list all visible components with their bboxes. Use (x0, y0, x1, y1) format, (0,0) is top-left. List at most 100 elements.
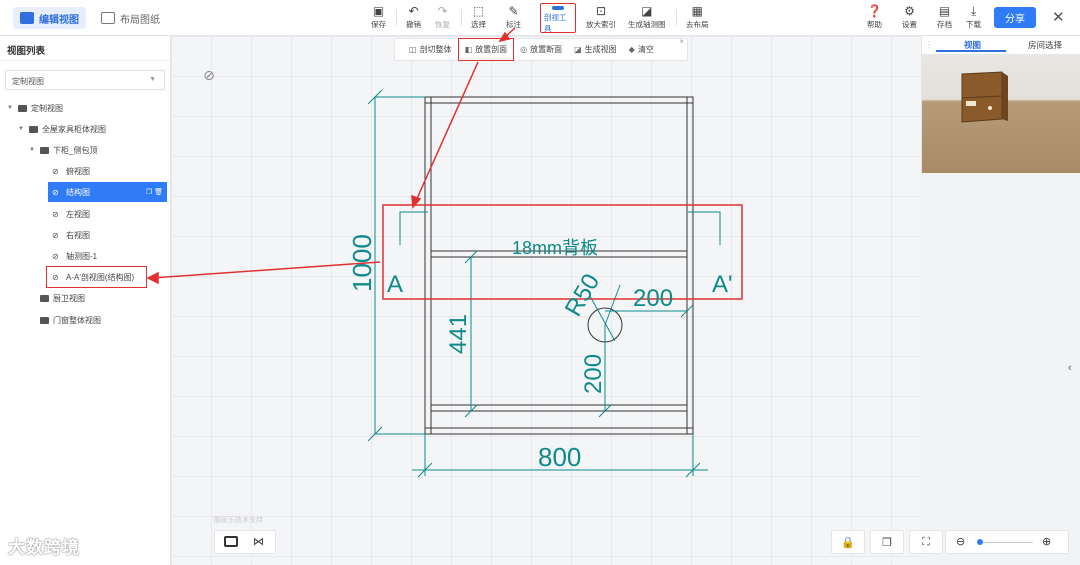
magnify-index-button[interactable]: ⊡ 放大索引 (586, 4, 616, 32)
annotation-highlight-box (46, 266, 147, 288)
3d-preview[interactable] (922, 54, 1080, 173)
eraser-icon: ◆ (628, 45, 635, 54)
lock-icon: 🔒 (841, 536, 855, 549)
caret-down-icon[interactable]: ▼ (6, 105, 14, 111)
select-label: 选择 (471, 20, 486, 29)
drag-handle-icon[interactable]: ⋮ (925, 40, 933, 49)
help-button[interactable]: ❓ 帮助 (867, 4, 882, 32)
layout-drawing-icon (101, 12, 115, 24)
tree-item-whole-house[interactable]: ▼ 全屋家具柜体视图 (17, 119, 106, 139)
generate-view-label: 生成视图 (584, 45, 617, 54)
annotate-button[interactable]: ✎ 标注 (506, 4, 521, 32)
caret-down-icon[interactable]: ▼ (17, 126, 25, 132)
undo-button[interactable]: ↶ 撤销 (406, 4, 421, 32)
magnify-index-icon: ⊡ (595, 4, 607, 18)
download-icon: ⤓ (970, 4, 977, 18)
canvas-mode-controls: ⋈ (214, 530, 276, 554)
lock-button[interactable]: 🔒 (831, 530, 865, 554)
close-icon[interactable]: ✕ (1052, 8, 1065, 26)
link-icon: ⊘ (52, 230, 59, 240)
zoom-control: ⊖ ⊕ (945, 530, 1069, 554)
help-label: 帮助 (867, 20, 882, 29)
save-button[interactable]: ▣ 保存 (371, 4, 386, 32)
pen-icon: ✎ (508, 4, 519, 18)
archive-button[interactable]: ▤ 存档 (937, 4, 952, 32)
tree-item-label: 俯视图 (66, 166, 90, 176)
undo-icon: ↶ (408, 4, 419, 18)
tree-item-top-view[interactable]: ⊘ 俯视图 (52, 161, 90, 181)
active-tab-underline (936, 50, 1006, 52)
select-icon: ⬚ (472, 4, 485, 18)
tree-item-axonometric[interactable]: ⊘ 轴测图-1 (52, 246, 97, 266)
fit-screen-button[interactable]: ⛶ (909, 530, 943, 554)
tree-item-label: 结构图 (66, 187, 90, 197)
tree-item-kitchen-bath[interactable]: 厨卫视图 (28, 288, 85, 308)
caret-down-icon[interactable]: ▼ (28, 147, 36, 153)
zoom-slider-track[interactable] (978, 542, 1033, 543)
measure-icon[interactable]: ⋈ (253, 535, 264, 548)
tab-edit-view[interactable]: 编辑视图 (13, 7, 86, 29)
tree-item-label: 下柜_侧包顶 (53, 145, 98, 155)
cut-whole-button[interactable]: ◫ 剖切整体 (395, 39, 458, 60)
save-label: 保存 (371, 20, 386, 29)
axonometric-label: 生成轴测图 (628, 20, 666, 29)
divider (676, 10, 677, 26)
tree-item-custom-view[interactable]: ▼ 定制视图 (6, 98, 63, 118)
archive-label: 存档 (937, 20, 952, 29)
layers-button[interactable]: ❐ (870, 530, 904, 554)
tree-item-doors-windows[interactable]: 门窗整体视图 (28, 310, 101, 330)
undo-label: 撤销 (406, 20, 421, 29)
edit-view-icon (20, 12, 34, 24)
share-button[interactable]: 分享 (994, 7, 1036, 28)
copy-delete-icons[interactable]: ❐ 🗑 (146, 188, 163, 196)
tab-room-select[interactable]: 房间选择 (1028, 39, 1062, 51)
tree-item-label: 轴测图-1 (66, 251, 98, 261)
tree-item-lower-cabinet[interactable]: ▼ 下柜_侧包顶 (28, 140, 97, 160)
folder-icon (40, 294, 49, 302)
tab-edit-view-label: 编辑视图 (39, 14, 79, 26)
tree-item-label: 门窗整体视图 (53, 315, 101, 325)
divider (461, 10, 462, 26)
save-icon: ▣ (372, 4, 385, 18)
section-tool-icon (552, 6, 564, 10)
place-section-label: 放置剖面 (475, 45, 508, 54)
drawing-canvas[interactable] (171, 36, 921, 565)
tree-item-structure[interactable]: ⊘ 结构图 ❐ 🗑 (48, 182, 167, 202)
tree-item-label: 全屋家具柜体视图 (42, 124, 106, 134)
section-tool-button[interactable]: 剖视工具 (540, 3, 576, 33)
chevron-left-icon[interactable]: ‹ (1068, 362, 1072, 374)
place-section-button[interactable]: ◧ 放置剖面 (457, 38, 515, 61)
ruler-icon[interactable] (224, 536, 238, 547)
link-icon: ⊘ (52, 166, 59, 176)
link-icon[interactable]: ⊘ (198, 67, 220, 85)
zoom-out-icon[interactable]: ⊖ (956, 535, 965, 548)
download-button[interactable]: ⤓ 下载 (966, 4, 981, 32)
settings-button[interactable]: ⚙ 设置 (902, 4, 917, 32)
close-icon[interactable]: × (679, 37, 684, 46)
divider (0, 60, 170, 61)
generate-view-button[interactable]: ◪ 生成视图 (568, 39, 623, 60)
generate-axonometric-button[interactable]: ◪ 生成轴测图 (628, 4, 666, 32)
divider (396, 10, 397, 26)
zoom-in-icon[interactable]: ⊕ (1042, 535, 1051, 548)
gear-icon: ⚙ (904, 4, 915, 18)
tree-item-label: 厨卫视图 (53, 293, 85, 303)
place-cross-section-button[interactable]: ◎ 放置断面 (514, 39, 568, 60)
generate-view-icon: ◪ (574, 45, 582, 54)
tree-item-left-view[interactable]: ⊘ 左视图 (52, 204, 90, 224)
settings-label: 设置 (902, 20, 917, 29)
zoom-slider-handle[interactable] (977, 539, 983, 545)
link-icon: ⊘ (52, 251, 59, 261)
tree-item-right-view[interactable]: ⊘ 右视图 (52, 225, 90, 245)
tab-layout-drawing[interactable]: 布局图纸 (94, 7, 167, 29)
redo-button[interactable]: ↷ 恢复 (435, 4, 450, 32)
view-type-dropdown[interactable]: 定制视图 ▼ (5, 70, 165, 90)
clear-label: 清空 (637, 45, 654, 54)
section-subtoolbar: ◫ 剖切整体 ◧ 放置剖面 ◎ 放置断面 ◪ 生成视图 ◆ 清空 × (394, 37, 688, 61)
select-button[interactable]: ⬚ 选择 (471, 4, 486, 32)
cut-whole-icon: ◫ (409, 45, 417, 54)
watermark-logo: 大数跨境 (8, 538, 80, 557)
clear-button[interactable]: ◆ 清空 (623, 39, 660, 60)
go-layout-button[interactable]: ▦ 去布局 (686, 4, 709, 32)
link-icon: ⊘ (52, 187, 59, 197)
